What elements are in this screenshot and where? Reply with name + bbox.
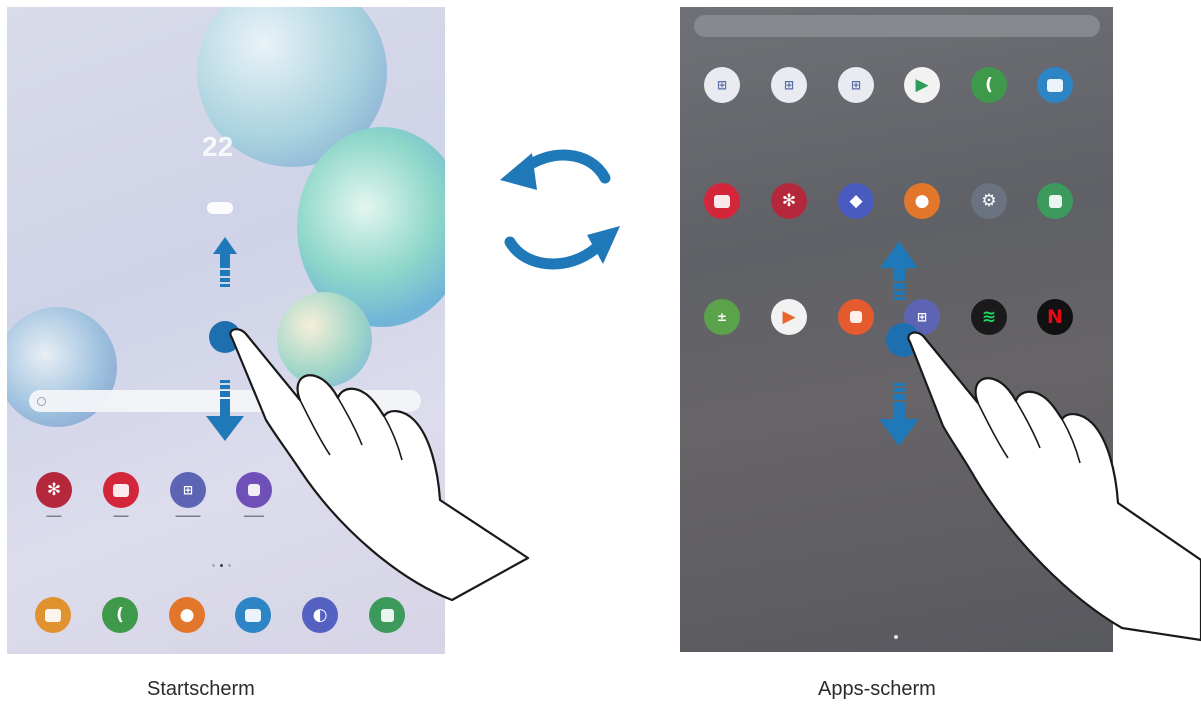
swipe-up-arrow-icon	[213, 237, 237, 287]
gesture-overlay	[206, 149, 1201, 642]
pointing-hand-icon	[229, 328, 530, 602]
home-screen-caption: Startscherm	[147, 678, 255, 700]
swipe-up-arrow-icon	[880, 241, 918, 300]
apps-screen-caption: Apps-scherm	[818, 678, 936, 700]
swipe-down-arrow-icon	[879, 383, 919, 446]
rotate-arrowhead	[500, 153, 537, 190]
swipe-down-arrow-icon	[206, 380, 244, 441]
pointing-hand-icon	[907, 331, 1201, 642]
